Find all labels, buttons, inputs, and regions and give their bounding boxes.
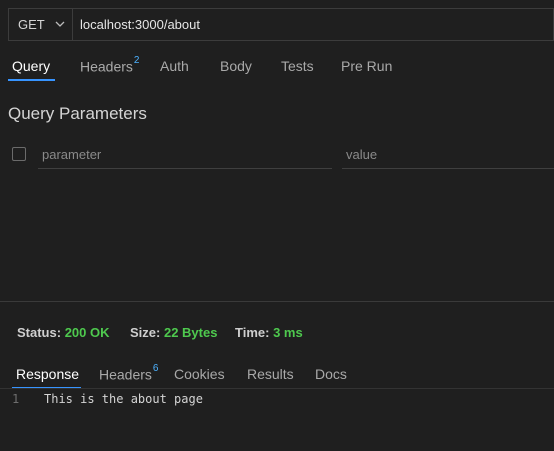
- tab-response-headers[interactable]: Headers6: [99, 363, 159, 383]
- tab-response-headers-label: Headers: [99, 366, 152, 383]
- response-tabs-divider: [0, 388, 554, 389]
- time-info: Time: 3 ms: [235, 325, 303, 340]
- tab-results[interactable]: Results: [247, 366, 294, 382]
- size-info: Size: 22 Bytes: [130, 325, 217, 340]
- tab-pre-run[interactable]: Pre Run: [341, 58, 392, 74]
- tab-cookies-label: Cookies: [174, 366, 225, 382]
- tab-cookies[interactable]: Cookies: [174, 366, 225, 382]
- size-label: Size:: [130, 325, 161, 340]
- time-value: 3 ms: [273, 325, 303, 340]
- tab-headers-label: Headers: [80, 58, 133, 75]
- tab-query-label: Query: [12, 58, 51, 74]
- pane-divider[interactable]: [0, 301, 554, 302]
- tab-results-label: Results: [247, 366, 294, 382]
- parameter-placeholder: parameter: [42, 147, 102, 162]
- value-placeholder: value: [346, 147, 378, 162]
- line-number: 1: [12, 392, 20, 406]
- time-label: Time:: [235, 325, 270, 340]
- query-parameters-title: Query Parameters: [8, 104, 147, 123]
- tab-docs-label: Docs: [315, 366, 347, 382]
- tab-pre-run-label: Pre Run: [341, 58, 393, 74]
- tab-response-label: Response: [16, 366, 80, 382]
- url-text: localhost:3000/about: [80, 17, 200, 32]
- param-row-checkbox[interactable]: [12, 147, 26, 161]
- response-body[interactable]: This is the about page: [44, 392, 203, 406]
- status-value: 200 OK: [64, 325, 110, 340]
- tab-tests[interactable]: Tests: [281, 58, 314, 74]
- response-headers-count-badge: 6: [152, 363, 159, 374]
- tab-tests-label: Tests: [281, 58, 314, 74]
- method-select[interactable]: GET: [8, 8, 73, 41]
- method-label: GET: [18, 17, 45, 32]
- tab-headers[interactable]: Headers2: [80, 55, 140, 75]
- tab-auth[interactable]: Auth: [160, 58, 189, 74]
- url-input[interactable]: localhost:3000/about: [80, 8, 540, 41]
- value-input[interactable]: value: [342, 145, 554, 169]
- tab-query-underline: [8, 79, 55, 81]
- tab-query[interactable]: Query: [12, 58, 50, 74]
- chevron-down-icon: [55, 21, 65, 27]
- parameter-input[interactable]: parameter: [38, 145, 332, 169]
- tab-body[interactable]: Body: [220, 58, 252, 74]
- tab-docs[interactable]: Docs: [315, 366, 347, 382]
- status-label: Status:: [17, 325, 62, 340]
- tab-body-label: Body: [220, 58, 252, 74]
- size-value: 22 Bytes: [163, 325, 218, 340]
- tab-response[interactable]: Response: [16, 366, 79, 382]
- tab-auth-label: Auth: [160, 58, 189, 74]
- status-info: Status: 200 OK: [17, 325, 110, 340]
- headers-count-badge: 2: [133, 55, 140, 66]
